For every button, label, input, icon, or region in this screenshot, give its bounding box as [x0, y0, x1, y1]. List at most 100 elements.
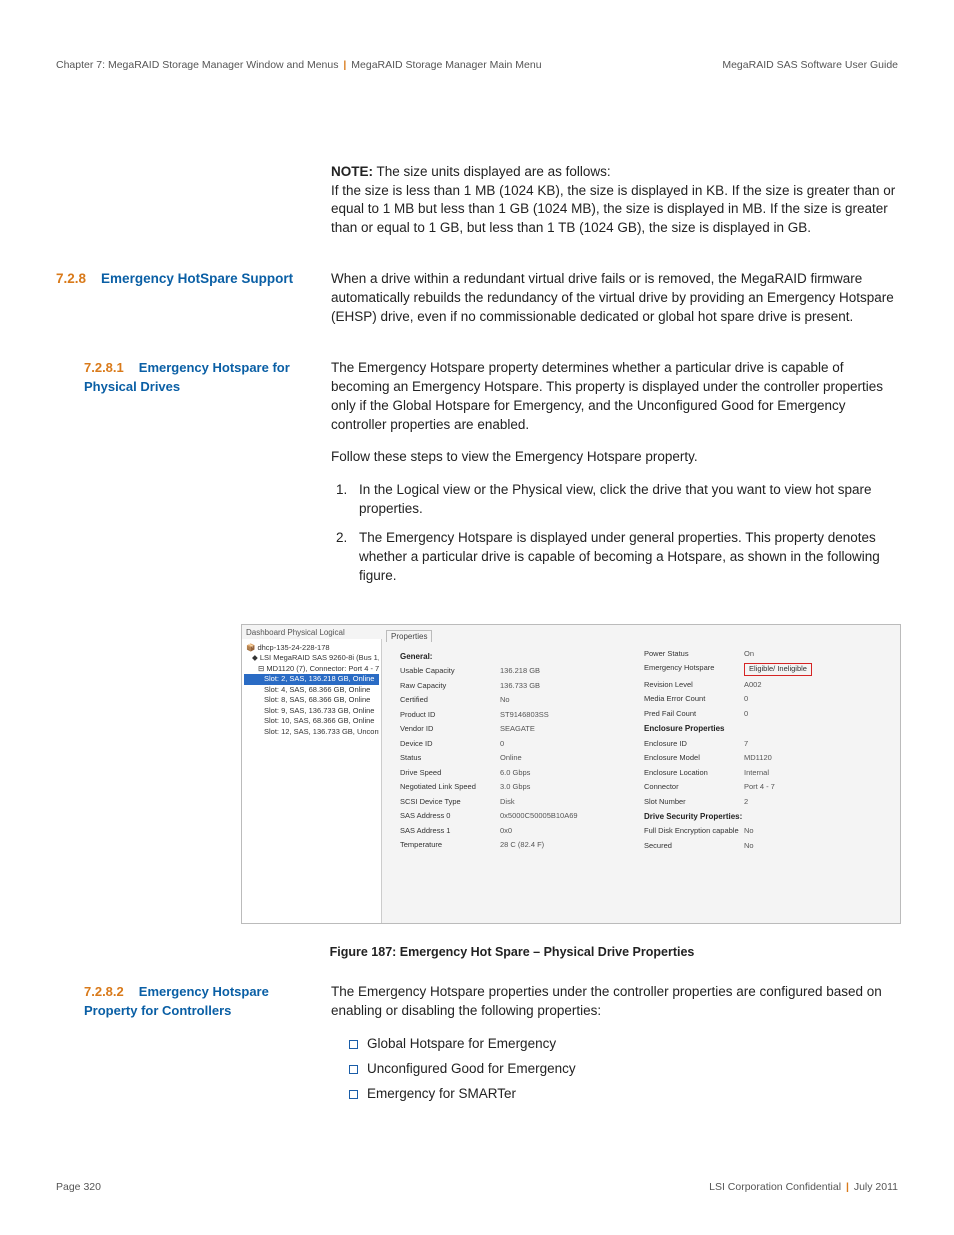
- property-value: Port 4 - 7: [744, 782, 775, 793]
- property-value: 136.733 GB: [500, 681, 540, 692]
- property-value: 3.0 Gbps: [500, 782, 530, 793]
- figure-screenshot: Dashboard Physical Logical 📦 dhcp-135-24…: [241, 624, 901, 924]
- property-row: CertifiedNo: [400, 695, 644, 706]
- tree-root: dhcp-135-24-228-178: [257, 643, 329, 652]
- page-footer: Page 320 LSI Corporation Confidential | …: [56, 1180, 898, 1195]
- property-value: 2: [744, 797, 748, 808]
- tree-item[interactable]: Slot: 4, SAS, 68.366 GB, Online: [244, 685, 379, 696]
- property-row: SAS Address 10x0: [400, 826, 644, 837]
- property-row: Temperature28 C (82.4 F): [400, 840, 644, 851]
- property-row: SCSI Device TypeDisk: [400, 797, 644, 808]
- property-key: Vendor ID: [400, 724, 500, 735]
- property-value: 7: [744, 739, 748, 750]
- property-row: Revision LevelA002: [644, 680, 888, 691]
- properties-tab[interactable]: Properties: [386, 630, 432, 642]
- subsection-number: 7.2.8.2: [84, 984, 124, 999]
- property-key: Enclosure Model: [644, 753, 744, 764]
- property-value: 0x5000C50005B10A69: [500, 811, 578, 822]
- section-7-2-8: 7.2.8 Emergency HotSpare Support When a …: [56, 270, 898, 341]
- section-7-2-8-1: 7.2.8.1 Emergency Hotspare for Physical …: [56, 359, 898, 600]
- property-value: 28 C (82.4 F): [500, 840, 544, 851]
- property-value: Online: [500, 753, 522, 764]
- step-2: The Emergency Hotspare is displayed unde…: [351, 529, 898, 586]
- tree-item[interactable]: Slot: 12, SAS, 136.733 GB, Unconfigured …: [244, 727, 379, 738]
- property-key: SCSI Device Type: [400, 797, 500, 808]
- header-chapter: Chapter 7: MegaRAID Storage Manager Wind…: [56, 59, 338, 71]
- property-row: Emergency HotspareEligible/ Ineligible: [644, 663, 888, 676]
- property-value: On: [744, 649, 754, 660]
- property-key: Status: [400, 753, 500, 764]
- header-left: Chapter 7: MegaRAID Storage Manager Wind…: [56, 58, 542, 73]
- tree-item-selected[interactable]: Slot: 2, SAS, 136.218 GB, Online: [244, 674, 379, 685]
- property-key: Media Error Count: [644, 694, 744, 705]
- property-row: Usable Capacity136.218 GB: [400, 666, 644, 677]
- page-header: Chapter 7: MegaRAID Storage Manager Wind…: [56, 58, 898, 73]
- figure-caption: Figure 187: Emergency Hot Spare – Physic…: [126, 944, 898, 962]
- tree-item[interactable]: Slot: 10, SAS, 68.366 GB, Online: [244, 716, 379, 727]
- step-1: In the Logical view or the Physical view…: [351, 481, 898, 519]
- property-key: Revision Level: [644, 680, 744, 691]
- property-value: SEAGATE: [500, 724, 535, 735]
- tree-connector: MD1120 (7), Connector: Port 4 - 7: [266, 664, 379, 673]
- bullet-item: Global Hotspare for Emergency: [349, 1035, 898, 1054]
- bullet-item: Unconfigured Good for Emergency: [349, 1060, 898, 1079]
- divider-bar-icon: |: [343, 59, 346, 71]
- page-content: NOTE: The size units displayed are as fo…: [56, 163, 898, 1128]
- tree-item[interactable]: Slot: 8, SAS, 68.366 GB, Online: [244, 695, 379, 706]
- property-key: Pred Fail Count: [644, 709, 744, 720]
- property-row: Enclosure ModelMD1120: [644, 753, 888, 764]
- subsection-p2: Follow these steps to view the Emergency…: [331, 448, 898, 467]
- property-row: Pred Fail Count0: [644, 709, 888, 720]
- property-key: Raw Capacity: [400, 681, 500, 692]
- property-section-header: General:: [400, 651, 644, 662]
- property-row: Enclosure ID7: [644, 739, 888, 750]
- tree-item[interactable]: Slot: 9, SAS, 136.733 GB, Online: [244, 706, 379, 717]
- property-key: Usable Capacity: [400, 666, 500, 677]
- property-key: Negotiated Link Speed: [400, 782, 500, 793]
- property-value: ST9146803SS: [500, 710, 549, 721]
- property-row: Negotiated Link Speed3.0 Gbps: [400, 782, 644, 793]
- note-block: NOTE: The size units displayed are as fo…: [56, 163, 898, 253]
- property-key: Enclosure Location: [644, 768, 744, 779]
- subsection-number: 7.2.8.1: [84, 360, 124, 375]
- tree-controller: LSI MegaRAID SAS 9260-8i (Bus 1,Dev 0): [260, 653, 379, 662]
- note-intro: The size units displayed are as follows:: [377, 164, 611, 179]
- property-value: A002: [744, 680, 762, 691]
- property-row: Vendor IDSEAGATE: [400, 724, 644, 735]
- property-value: No: [744, 841, 754, 852]
- property-section-header: Enclosure Properties: [644, 723, 888, 734]
- property-key: Secured: [644, 841, 744, 852]
- property-key: Drive Speed: [400, 768, 500, 779]
- property-key: Product ID: [400, 710, 500, 721]
- property-row: Drive Speed6.0 Gbps: [400, 768, 644, 779]
- footer-date: July 2011: [854, 1181, 898, 1193]
- property-row: Product IDST9146803SS: [400, 710, 644, 721]
- property-row: Full Disk Encryption capableNo: [644, 826, 888, 837]
- note-paragraph: NOTE: The size units displayed are as fo…: [331, 163, 898, 239]
- property-key: SAS Address 0: [400, 811, 500, 822]
- property-value: Internal: [744, 768, 769, 779]
- property-value: 0: [744, 694, 748, 705]
- section-number: 7.2.8: [56, 271, 86, 286]
- subsection-body: The Emergency Hotspare properties under …: [331, 983, 898, 1021]
- property-row: SecuredNo: [644, 841, 888, 852]
- property-key: Enclosure ID: [644, 739, 744, 750]
- property-row: Slot Number2: [644, 797, 888, 808]
- property-value: 6.0 Gbps: [500, 768, 530, 779]
- property-key: SAS Address 1: [400, 826, 500, 837]
- property-key: Certified: [400, 695, 500, 706]
- property-key: Power Status: [644, 649, 744, 660]
- section-7-2-8-2: 7.2.8.2 Emergency Hotspare Property for …: [56, 983, 898, 1109]
- property-value: No: [500, 695, 510, 706]
- property-row: Enclosure LocationInternal: [644, 768, 888, 779]
- section-body: When a drive within a redundant virtual …: [331, 270, 898, 327]
- footer-confidential: LSI Corporation Confidential: [709, 1181, 841, 1193]
- property-key: Emergency Hotspare: [644, 663, 744, 676]
- property-row: Raw Capacity136.733 GB: [400, 681, 644, 692]
- properties-left-col: General: Usable Capacity136.218 GB Raw Cap…: [400, 649, 644, 855]
- property-row: StatusOnline: [400, 753, 644, 764]
- section-title: Emergency HotSpare Support: [101, 271, 293, 286]
- property-key: Temperature: [400, 840, 500, 851]
- properties-right-col: Power StatusOn Emergency HotspareEligible…: [644, 649, 888, 855]
- property-value: 0: [500, 739, 504, 750]
